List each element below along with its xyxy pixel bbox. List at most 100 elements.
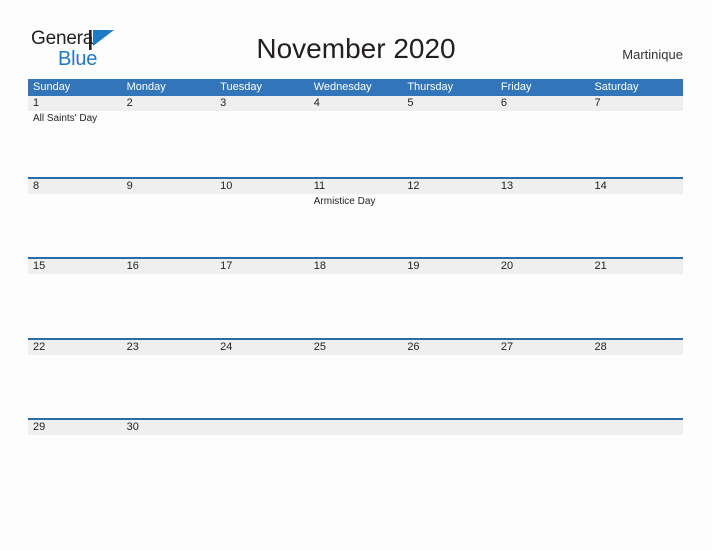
day-number: 27 [500,340,514,353]
day-events [314,355,403,357]
week-row: 29 30 [28,418,683,499]
day-cell[interactable]: 29 [28,420,122,499]
day-number: 22 [33,340,46,353]
day-number: 18 [313,260,326,273]
day-number: 2 [126,97,133,109]
day-cell[interactable]: 21 [589,259,683,338]
day-cell[interactable]: 12 [402,179,496,258]
day-cell-empty [496,420,590,499]
day-events [127,194,216,196]
day-cell[interactable]: 24 [215,340,309,419]
day-number: 14 [594,179,607,192]
day-of-week-friday: Friday [500,81,532,93]
page-title: November 2020 [256,33,456,64]
day-number: 9 [126,179,133,192]
day-cell[interactable]: 28 [589,340,683,419]
day-number: 10 [220,179,233,192]
week-day-cells: 1 All Saints' Day 2 3 4 5 6 7 [28,96,683,177]
day-number: 13 [500,179,514,192]
week-day-cells: 15 16 17 18 19 20 21 [28,259,683,338]
holiday-event: Armistice Day [313,195,376,207]
week-day-cells: 8 9 10 11 Armistice Day 12 13 14 [28,179,683,258]
day-cell[interactable]: 4 [309,96,403,177]
day-cell[interactable]: 18 [309,259,403,338]
calendar-page: General Blue November 2020 Martinique Su… [0,0,712,550]
day-cell[interactable]: 10 [215,179,309,258]
day-number [314,420,403,435]
week-day-cells: 22 23 24 25 26 27 28 [28,340,683,419]
day-cell-empty [402,420,496,499]
day-events [127,274,216,276]
day-number: 21 [594,260,607,273]
day-cell[interactable]: 14 [589,179,683,258]
day-cell[interactable]: 2 [122,96,216,177]
day-cell[interactable]: 7 [589,96,683,177]
day-events [127,435,216,437]
day-events [407,194,496,196]
day-events [127,111,216,113]
day-cell-empty [589,420,683,499]
day-events: All Saints' Day [33,111,122,125]
page-header: General Blue November 2020 Martinique [0,0,712,78]
day-number: 5 [407,97,414,109]
day-events [220,435,309,437]
day-events [407,435,496,437]
day-number: 25 [313,340,326,353]
day-number: 26 [407,340,420,353]
day-events [33,435,122,437]
week-day-cells: 29 30 [28,420,683,499]
week-row: 1 All Saints' Day 2 3 4 5 6 7 [28,96,683,177]
day-cell-empty [309,420,403,499]
day-cell[interactable]: 1 All Saints' Day [28,96,122,177]
day-number: 17 [220,260,233,273]
day-cell[interactable]: 27 [496,340,590,419]
day-number: 6 [500,97,508,109]
day-events [33,274,122,276]
day-number: 15 [33,260,46,273]
day-of-week-monday: Monday [126,81,166,93]
day-cell[interactable]: 22 [28,340,122,419]
day-cell[interactable]: 16 [122,259,216,338]
day-cell[interactable]: 11 Armistice Day [309,179,403,258]
day-events [594,355,683,357]
day-number: 3 [220,97,227,109]
day-events [501,355,590,357]
day-number: 11 [313,179,326,192]
day-cell[interactable]: 17 [215,259,309,338]
day-cell[interactable]: 25 [309,340,403,419]
day-cell[interactable]: 30 [122,420,216,499]
week-row: 8 9 10 11 Armistice Day 12 13 14 [28,176,683,258]
day-number: 1 [33,97,40,109]
day-cell[interactable]: 5 [402,96,496,177]
day-number [220,420,309,435]
day-number [407,420,496,435]
day-events [314,274,403,276]
day-events [594,274,683,276]
day-cell[interactable]: 23 [122,340,216,419]
region-label: Martinique [622,47,683,62]
day-events [407,111,496,113]
day-events [407,355,496,357]
day-events [220,111,309,113]
day-cell[interactable]: 6 [496,96,590,177]
day-number: 28 [594,340,607,353]
day-cell[interactable]: 9 [122,179,216,258]
calendar-weeks: 1 All Saints' Day 2 3 4 5 6 7 8 9 10 11 Armistice Da… [28,96,683,499]
day-cell[interactable]: 26 [402,340,496,419]
day-number [594,420,683,435]
day-cell[interactable]: 8 [28,179,122,258]
day-events [314,111,403,113]
day-cell[interactable]: 13 [496,179,590,258]
day-of-week-saturday: Saturday [594,81,639,93]
day-events [220,194,309,196]
day-of-week-tuesday: Tuesday [220,81,262,93]
day-number: 7 [594,97,601,109]
day-events [501,111,590,113]
day-number: 8 [33,179,40,192]
day-cell[interactable]: 19 [402,259,496,338]
day-cell[interactable]: 15 [28,259,122,338]
day-of-week-wednesday: Wednesday [313,81,372,93]
day-number: 30 [126,421,139,434]
day-cell[interactable]: 3 [215,96,309,177]
day-cell[interactable]: 20 [496,259,590,338]
